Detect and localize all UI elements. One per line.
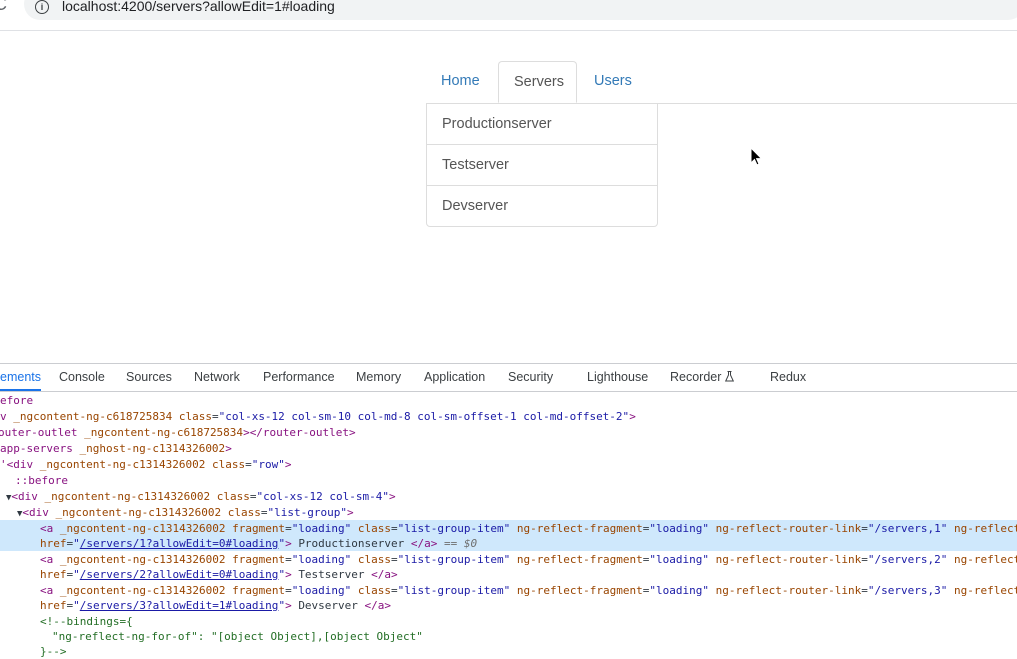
reload-icon[interactable]: C — [0, 0, 7, 15]
dom-line[interactable]: href="/servers/2?allowEdit=0#loading"> T… — [40, 567, 398, 582]
servers-list: Productionserver Testserver Devserver — [426, 103, 658, 227]
dom-line[interactable]: <a _ngcontent-ng-c1314326002 fragment="l… — [40, 521, 1017, 536]
url-text[interactable]: localhost:4200/servers?allowEdit=1#loadi… — [62, 0, 335, 14]
devtools-tab-elements[interactable]: ements — [0, 364, 41, 391]
tab-users[interactable]: Users — [579, 61, 649, 102]
dom-line[interactable]: <a _ngcontent-ng-c1314326002 fragment="l… — [40, 583, 1017, 598]
devtools-tab-network[interactable]: Network — [194, 364, 240, 391]
recorder-label: Recorder — [670, 370, 722, 384]
dom-line[interactable]: }--> — [40, 644, 67, 659]
devtools-tab-performance[interactable]: Performance — [263, 364, 335, 391]
dom-line[interactable]: href="/servers/1?allowEdit=0#loading"> P… — [40, 536, 477, 551]
devtools-tab-lighthouse[interactable]: Lighthouse — [587, 364, 648, 391]
browser-address-bar: C i localhost:4200/servers?allowEdit=1#l… — [0, 0, 1017, 31]
list-item-testserver[interactable]: Testserver — [427, 145, 657, 186]
devtools-tab-sources[interactable]: Sources — [126, 364, 172, 391]
devtools-tab-security[interactable]: Security — [508, 364, 553, 391]
dom-line[interactable]: <a _ngcontent-ng-c1314326002 fragment="l… — [40, 552, 1017, 567]
dom-line[interactable]: outer-outlet _ngcontent-ng-c618725834></… — [0, 425, 356, 440]
list-item-devserver[interactable]: Devserver — [427, 186, 657, 226]
devtools-tab-console[interactable]: Console — [59, 364, 105, 391]
list-item-productionserver[interactable]: Productionserver — [427, 104, 657, 145]
tab-servers[interactable]: Servers — [498, 61, 577, 103]
dom-line[interactable]: ▼<div _ngcontent-ng-c1314326002 class="c… — [6, 489, 396, 504]
dom-line[interactable]: "ng-reflect-ng-for-of": "[object Object]… — [52, 629, 423, 644]
dom-line[interactable]: v _ngcontent-ng-c618725834 class="col-xs… — [0, 409, 636, 424]
devtools-panel: ements Console Sources Network Performan… — [0, 363, 1017, 659]
dom-line[interactable]: app-servers _nghost-ng-c1314326002> — [0, 441, 232, 456]
devtools-tab-redux[interactable]: Redux — [770, 364, 806, 391]
devtools-tabbar: ements Console Sources Network Performan… — [0, 364, 1017, 392]
dom-line[interactable]: '<div _ngcontent-ng-c1314326002 class="r… — [0, 457, 291, 472]
devtools-tab-memory[interactable]: Memory — [356, 364, 401, 391]
href-link[interactable]: /servers/1?allowEdit=0#loading — [80, 537, 279, 550]
flask-icon — [725, 371, 735, 382]
dom-line[interactable]: href="/servers/3?allowEdit=1#loading"> D… — [40, 598, 391, 613]
tab-home[interactable]: Home — [426, 61, 496, 102]
dom-line[interactable]: efore — [0, 393, 33, 408]
dom-tree: efore v _ngcontent-ng-c618725834 class="… — [0, 392, 1017, 659]
dom-line[interactable]: ▼<div _ngcontent-ng-c1314326002 class="l… — [17, 505, 354, 520]
devtools-tab-application[interactable]: Application — [424, 364, 485, 391]
dom-line[interactable]: ::before — [15, 473, 68, 488]
devtools-tab-recorder[interactable]: Recorder — [670, 364, 735, 391]
dom-line[interactable]: <!--bindings={ — [40, 614, 133, 629]
href-link[interactable]: /servers/3?allowEdit=1#loading — [80, 599, 279, 612]
nav-tabs: Home Servers Users — [426, 61, 1017, 104]
href-link[interactable]: /servers/2?allowEdit=0#loading — [80, 568, 279, 581]
site-info-icon[interactable]: i — [35, 0, 49, 14]
